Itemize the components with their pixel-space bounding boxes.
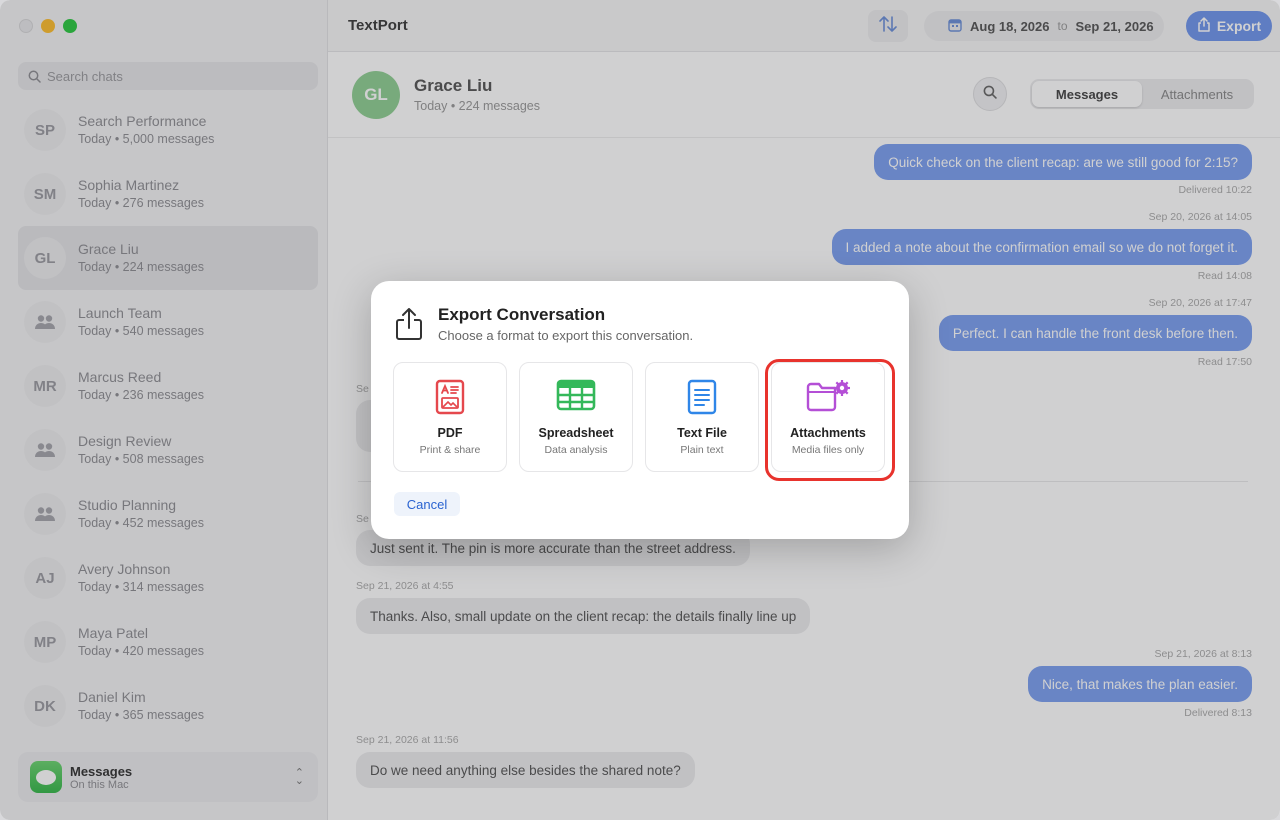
spreadsheet-icon xyxy=(520,379,632,411)
export-dialog: Export Conversation Choose a format to e… xyxy=(371,281,909,539)
pdf-icon xyxy=(394,379,506,415)
text-file-icon xyxy=(646,379,758,415)
format-title: Text File xyxy=(677,426,727,440)
format-title: PDF xyxy=(437,426,463,440)
selection-highlight xyxy=(765,359,895,481)
format-option-pdf[interactable]: PDF Print & share xyxy=(393,362,507,472)
cancel-button[interactable]: Cancel xyxy=(394,492,460,516)
share-icon xyxy=(395,307,423,346)
format-title: Spreadsheet xyxy=(538,426,614,440)
format-option-spreadsheet[interactable]: Spreadsheet Data analysis xyxy=(519,362,633,472)
format-subtitle: Print & share xyxy=(419,444,481,456)
dialog-title: Export Conversation xyxy=(438,305,606,324)
dialog-subtitle: Choose a format to export this conversat… xyxy=(438,328,694,343)
format-subtitle: Data analysis xyxy=(544,444,608,456)
format-subtitle: Plain text xyxy=(680,444,724,456)
format-option-text-file[interactable]: Text File Plain text xyxy=(645,362,759,472)
app-window: SP Search PerformanceToday • 5,000 messa… xyxy=(0,0,1280,820)
